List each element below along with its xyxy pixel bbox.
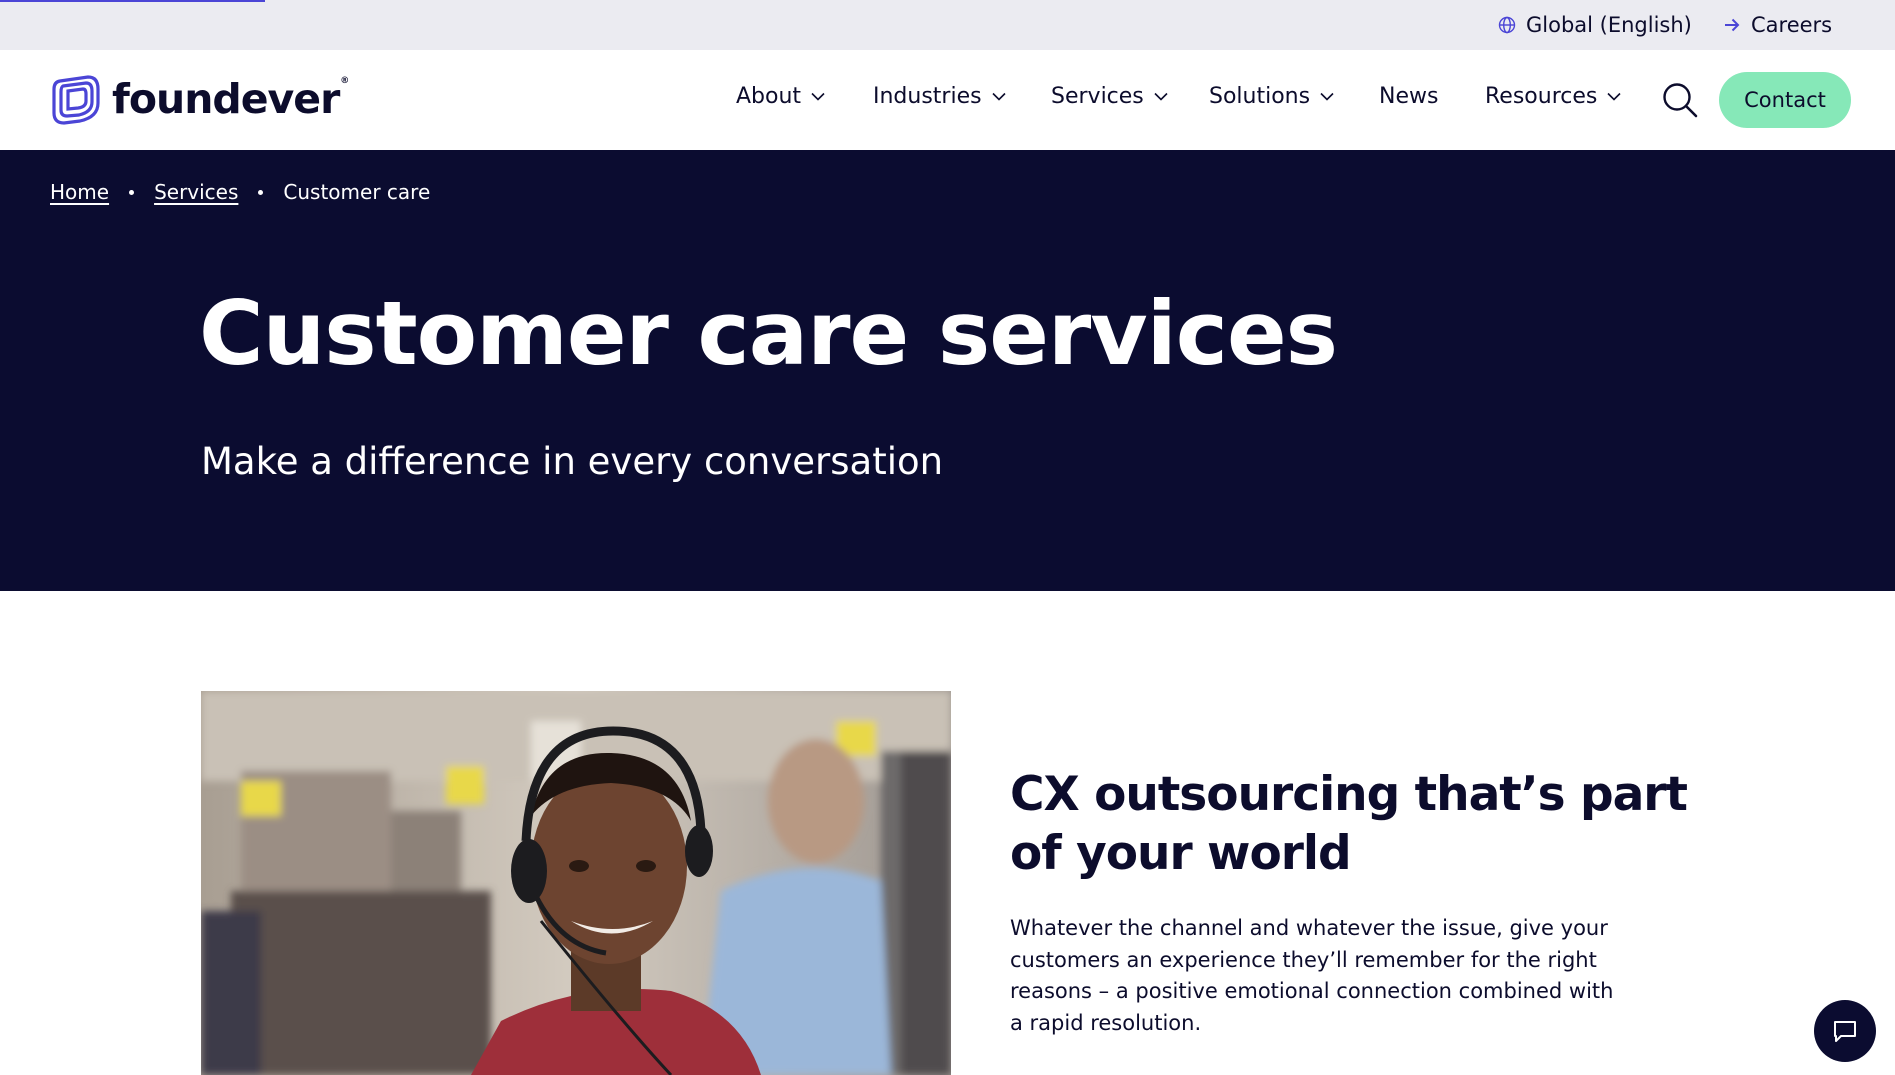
agent-photo xyxy=(201,691,951,1075)
nav-services-label: Services xyxy=(1051,84,1144,109)
careers-label: Careers xyxy=(1751,13,1833,37)
hero-section: Home Services Customer care Customer car… xyxy=(0,150,1895,591)
nav-news[interactable]: News xyxy=(1379,84,1438,109)
chevron-down-icon xyxy=(1607,92,1621,101)
section-heading: CX outsourcing that’s part of your world xyxy=(1010,767,1688,882)
nav-industries[interactable]: Industries xyxy=(873,84,1006,109)
section-body-text: Whatever the channel and whatever the is… xyxy=(1010,916,1614,1035)
page-progress-bar xyxy=(0,0,265,2)
breadcrumb-separator xyxy=(129,189,135,195)
chat-button[interactable] xyxy=(1814,1000,1876,1062)
foundever-logo[interactable]: foundever® xyxy=(50,73,349,125)
chevron-down-icon xyxy=(1320,92,1334,101)
chevron-down-icon xyxy=(811,92,825,101)
breadcrumb: Home Services Customer care xyxy=(50,180,430,204)
nav-industries-label: Industries xyxy=(873,84,982,109)
page-title: Customer care services xyxy=(199,282,1338,385)
search-button[interactable] xyxy=(1661,81,1699,119)
globe-icon xyxy=(1498,16,1516,34)
nav-solutions-label: Solutions xyxy=(1209,84,1311,109)
search-icon xyxy=(1663,83,1698,118)
nav-news-label: News xyxy=(1379,84,1439,109)
chevron-down-icon xyxy=(992,92,1006,101)
site-header: foundever® About Industries Services Sol… xyxy=(0,50,1895,150)
nav-resources[interactable]: Resources xyxy=(1485,84,1621,109)
language-label: Global (English) xyxy=(1526,13,1692,37)
foundever-logo-icon xyxy=(52,75,100,125)
breadcrumb-current: Customer care xyxy=(283,180,431,204)
chevron-down-icon xyxy=(1154,92,1168,101)
nav-about[interactable]: About xyxy=(736,84,825,109)
utility-bar: Global (English) Careers xyxy=(0,0,1895,50)
breadcrumb-services[interactable]: Services xyxy=(154,180,238,204)
nav-about-label: About xyxy=(736,84,802,109)
language-selector[interactable]: Global (English) xyxy=(1498,13,1692,37)
logo-wordmark: foundever® xyxy=(112,74,349,123)
nav-solutions[interactable]: Solutions xyxy=(1209,84,1334,109)
page-subtitle: Make a difference in every conversation xyxy=(201,440,944,483)
agent-photo-illustration xyxy=(201,691,951,1075)
breadcrumb-separator xyxy=(258,189,264,195)
contact-button[interactable]: Contact xyxy=(1719,72,1851,128)
breadcrumb-home[interactable]: Home xyxy=(50,180,109,204)
nav-resources-label: Resources xyxy=(1485,84,1598,109)
chat-bubble-icon xyxy=(1834,1021,1856,1042)
careers-link[interactable]: Careers xyxy=(1723,13,1832,37)
arrow-right-icon xyxy=(1725,18,1740,32)
nav-services[interactable]: Services xyxy=(1051,84,1168,109)
